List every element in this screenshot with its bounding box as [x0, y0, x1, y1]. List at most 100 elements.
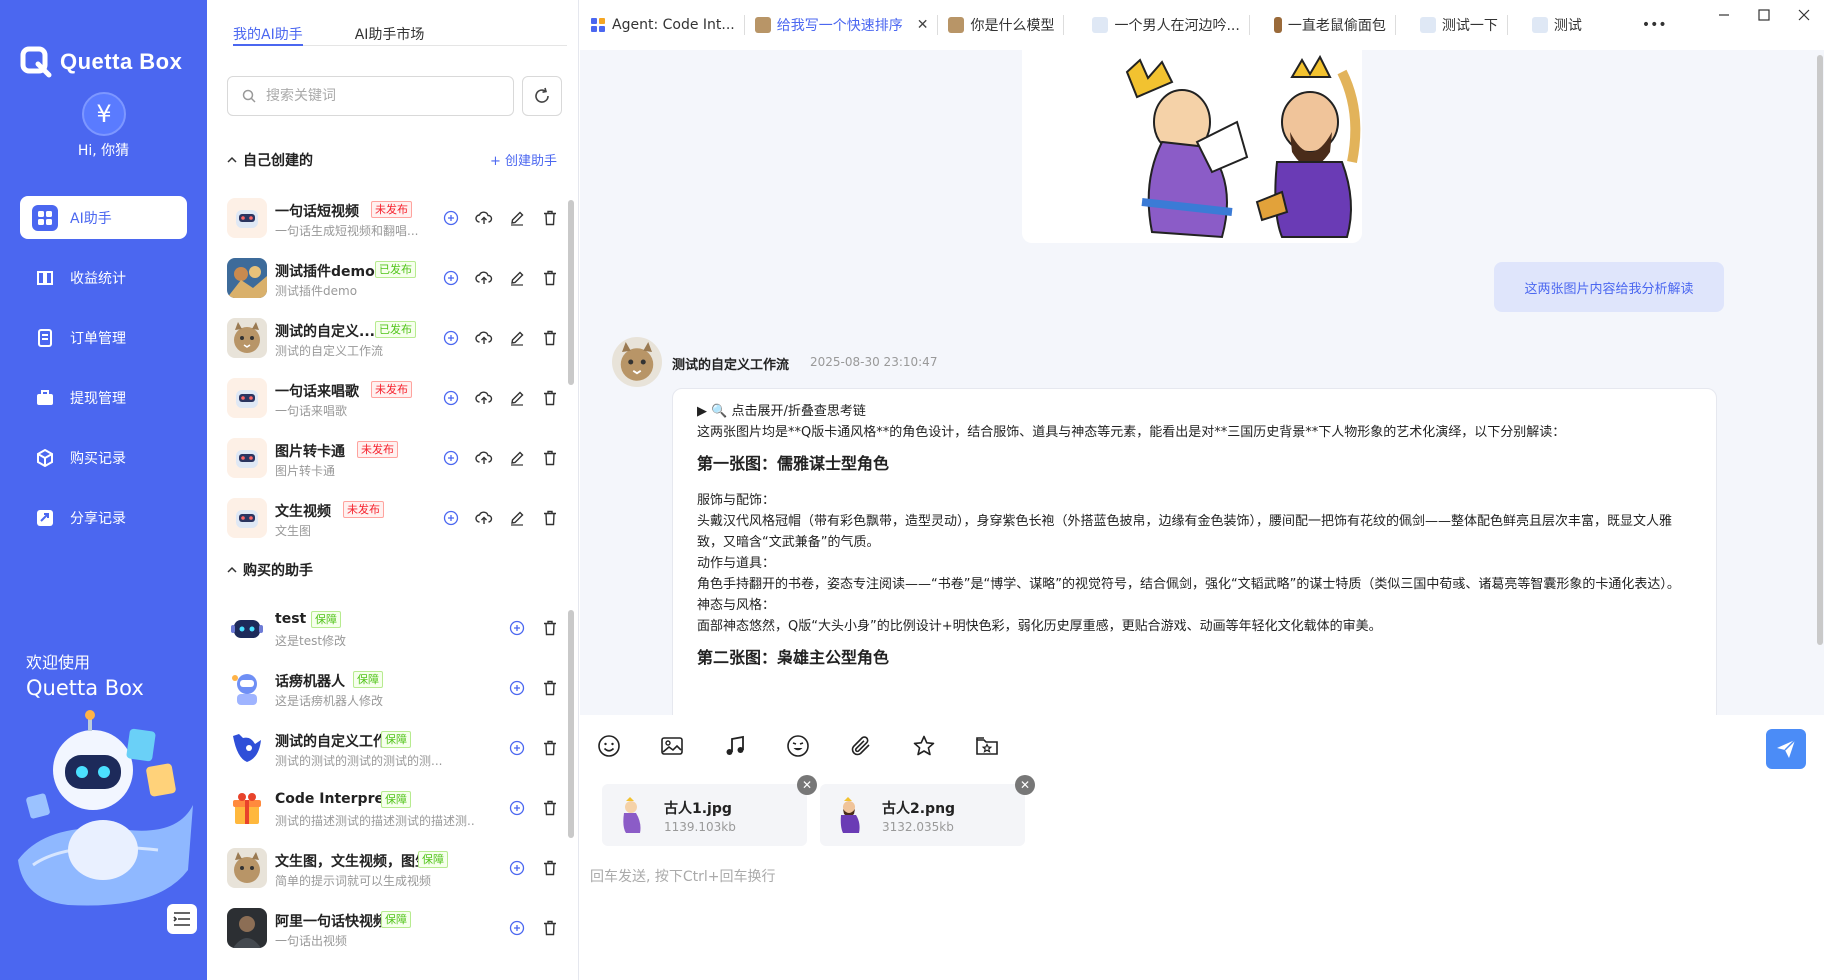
trash-icon[interactable] [540, 918, 560, 938]
chat-add-icon[interactable] [441, 328, 461, 348]
chat-add-icon[interactable] [507, 738, 527, 758]
cloud-upload-icon[interactable] [474, 388, 494, 408]
list-item[interactable]: 一句话来唱歌 未发布 一句话来唱歌 [225, 368, 560, 428]
list-item[interactable]: 测试插件demo 已发布 测试插件demo [225, 248, 560, 308]
maximize-button[interactable] [1744, 0, 1784, 30]
trash-icon[interactable] [540, 208, 560, 228]
message-input[interactable] [590, 857, 1810, 897]
nav-item-purchases[interactable]: 购买记录 [20, 436, 187, 479]
trash-icon[interactable] [540, 508, 560, 528]
tab-conversation[interactable]: 一个男人在河边吟... [1082, 0, 1250, 50]
chat-add-icon[interactable] [441, 208, 461, 228]
attachment-card[interactable]: 古人1.jpg 1139.103kb ✕ [602, 775, 817, 846]
tab-conversation[interactable]: 测试一下 [1410, 0, 1508, 50]
trash-icon[interactable] [540, 618, 560, 638]
assistant-desc: 一句话来唱歌 [275, 404, 348, 418]
chat-add-icon[interactable] [507, 678, 527, 698]
close-window-button[interactable] [1784, 0, 1824, 30]
trash-icon[interactable] [540, 858, 560, 878]
attach-button[interactable] [848, 733, 874, 759]
cloud-upload-icon[interactable] [474, 328, 494, 348]
list-item[interactable]: 图片转卡通 未发布 图片转卡通 [225, 428, 560, 488]
create-assistant-button[interactable]: + 创建助手 [490, 150, 557, 169]
tab-my-assistants[interactable]: 我的AI助手 [233, 24, 303, 46]
created-section-header[interactable]: 自己创建的 [227, 150, 313, 170]
send-button[interactable] [1766, 729, 1806, 769]
cloud-upload-icon[interactable] [474, 508, 494, 528]
list-item[interactable]: Code Interpreter 保障 测试的描述测试的描述测试的描述测... [225, 778, 560, 838]
close-icon[interactable]: ✕ [917, 17, 929, 33]
nav-label: 订单管理 [70, 330, 126, 347]
sticker-button[interactable] [785, 733, 811, 759]
collection-button[interactable] [974, 733, 1000, 759]
cloud-upload-icon[interactable] [474, 448, 494, 468]
document-icon [32, 325, 58, 351]
chat-scrollbar[interactable] [1817, 55, 1823, 645]
trash-icon[interactable] [540, 678, 560, 698]
chat-add-icon[interactable] [441, 388, 461, 408]
trash-icon[interactable] [540, 388, 560, 408]
trash-icon[interactable] [540, 328, 560, 348]
list-item[interactable]: 阿里一句话快视频 保障 一句话出视频 [225, 898, 560, 958]
tab-conversation-active[interactable]: 给我写一个快速排序 ✕ [745, 0, 939, 50]
assistant-desc: 一句话生成短视频和翻唱... [275, 224, 419, 238]
nav-item-shares[interactable]: 分享记录 [20, 496, 187, 539]
favorite-button[interactable] [911, 733, 937, 759]
chat-add-icon[interactable] [507, 798, 527, 818]
edit-icon[interactable] [507, 388, 527, 408]
chat-add-icon[interactable] [441, 508, 461, 528]
chat-scroll[interactable]: 这两张图片内容给我分析解读 测试的自定义工作流 2025-08-30 23:10… [580, 50, 1824, 715]
list-item[interactable]: 文生图，文生视频，图生... 保障 简单的提示词就可以生成视频 [225, 838, 560, 898]
chat-add-icon[interactable] [441, 448, 461, 468]
remove-attachment-button[interactable]: ✕ [1015, 775, 1035, 795]
list-scrollbar[interactable] [568, 610, 574, 838]
tab-conversation[interactable]: 你是什么模型 [938, 0, 1065, 50]
list-item[interactable]: 文生视频 未发布 文生图 [225, 488, 560, 548]
trash-icon[interactable] [540, 448, 560, 468]
music-button[interactable] [722, 733, 748, 759]
robot-icon [1531, 17, 1548, 33]
edit-icon[interactable] [507, 508, 527, 528]
emoji-button[interactable] [596, 733, 622, 759]
nav-item-revenue[interactable]: 收益统计 [20, 256, 187, 299]
list-scrollbar[interactable] [568, 200, 574, 385]
list-item[interactable]: 话痨机器人 保障 这是话痨机器人修改 [225, 658, 560, 718]
list-item[interactable]: 一句话短视频 未发布 一句话生成短视频和翻唱... [225, 188, 560, 248]
cloud-upload-icon[interactable] [474, 268, 494, 288]
search-input[interactable] [266, 88, 486, 104]
nav-item-orders[interactable]: 订单管理 [20, 316, 187, 359]
minimize-button[interactable] [1704, 0, 1744, 30]
think-chain-toggle[interactable]: ▶ 🔍 点击展开/折叠查思考链 [697, 401, 1692, 422]
trash-icon[interactable] [540, 738, 560, 758]
edit-icon[interactable] [507, 268, 527, 288]
chat-add-icon[interactable] [441, 268, 461, 288]
list-item[interactable]: 测试的自定义工作流 保障 测试的测试的测试的测试的测... [225, 718, 560, 778]
nav-item-withdraw[interactable]: 提现管理 [20, 376, 187, 419]
tab-conversation[interactable]: Agent: Code Int... [580, 0, 745, 50]
avatar[interactable]: ¥ [82, 92, 126, 136]
refresh-icon [535, 87, 549, 103]
bought-section-header[interactable]: 购买的助手 [227, 560, 313, 580]
chat-add-icon[interactable] [507, 858, 527, 878]
list-item[interactable]: test 保障 这是test修改 [225, 598, 560, 658]
chat-add-icon[interactable] [507, 918, 527, 938]
edit-icon[interactable] [507, 448, 527, 468]
trash-icon[interactable] [540, 268, 560, 288]
list-item[interactable]: 测试的自定义... 已发布 测试的自定义工作流 [225, 308, 560, 368]
tab-conversation[interactable]: 测试 [1522, 0, 1592, 50]
trash-icon[interactable] [540, 798, 560, 818]
attachment-card[interactable]: 古人2.png 3132.035kb ✕ [820, 775, 1035, 846]
cloud-upload-icon[interactable] [474, 208, 494, 228]
collapse-menu-button[interactable] [167, 904, 197, 934]
edit-icon[interactable] [507, 328, 527, 348]
tab-conversation[interactable]: 一直老鼠偷面包 [1264, 0, 1396, 50]
tab-assistant-market[interactable]: AI助手市场 [355, 24, 425, 46]
image-button[interactable] [659, 733, 685, 759]
nav-item-ai-assistant[interactable]: AI助手 [20, 196, 187, 239]
apps-icon [32, 204, 58, 231]
edit-icon[interactable] [507, 208, 527, 228]
remove-attachment-button[interactable]: ✕ [797, 775, 817, 795]
refresh-button[interactable] [522, 76, 562, 116]
more-tabs-button[interactable]: ••• [1632, 0, 1677, 50]
chat-add-icon[interactable] [507, 618, 527, 638]
